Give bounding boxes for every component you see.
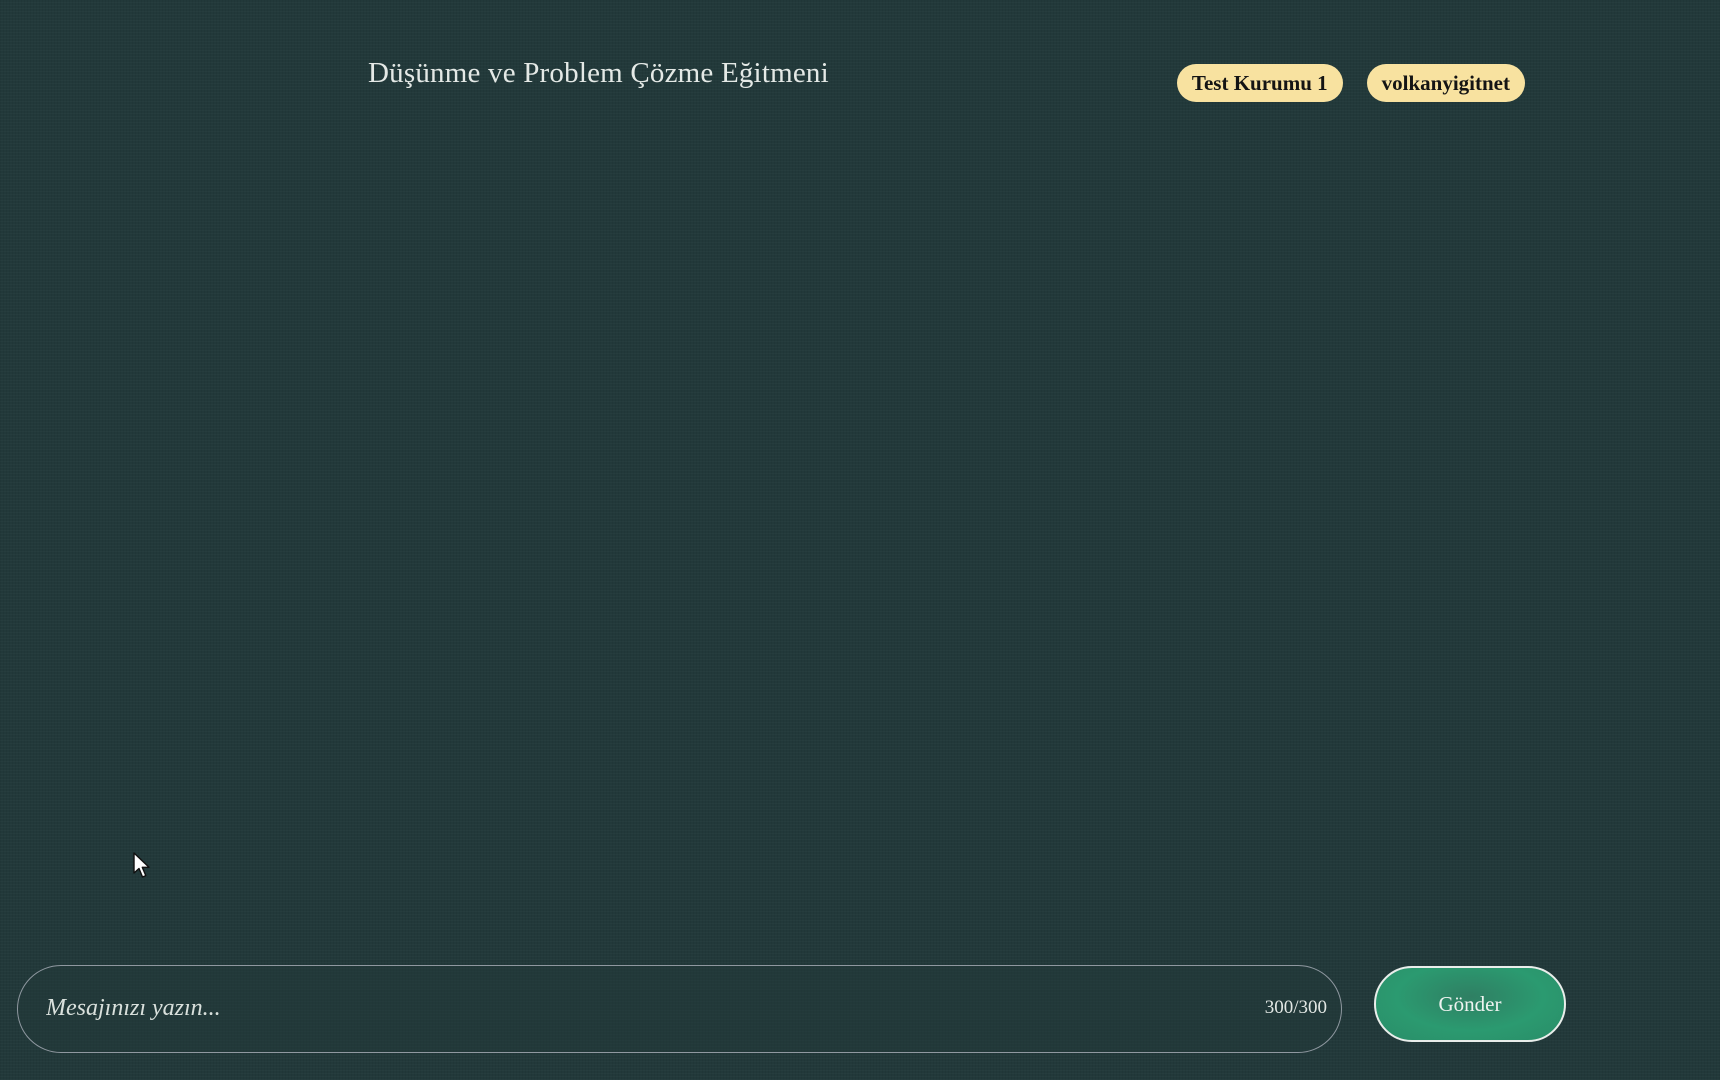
header-badges: Test Kurumu 1 volkanyigitnet [1176,64,1525,102]
organization-badge[interactable]: Test Kurumu 1 [1176,64,1343,102]
send-button[interactable]: Gönder [1374,966,1566,1042]
user-badge[interactable]: volkanyigitnet [1366,64,1525,102]
char-counter: 300/300 [1264,997,1327,1018]
message-composer: 300/300 [17,965,1342,1053]
mouse-cursor-icon [133,852,150,878]
message-area [0,120,1720,950]
page-title: Düşünme ve Problem Çözme Eğitmeni [368,57,829,89]
message-input[interactable] [46,966,1246,1051]
